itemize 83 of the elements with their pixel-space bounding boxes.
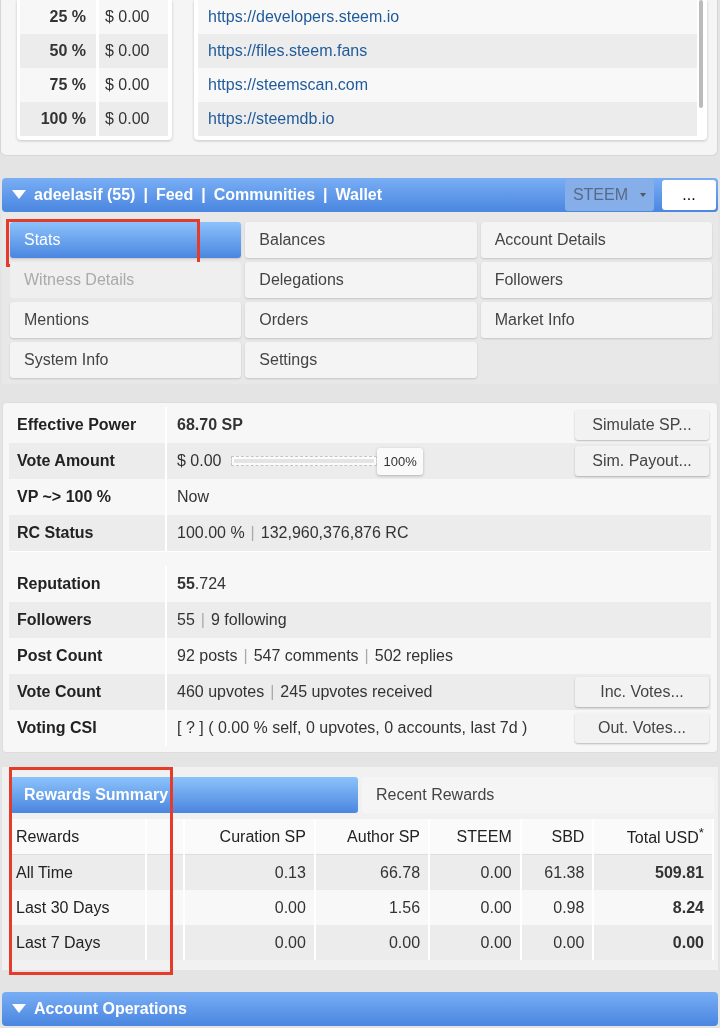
column-header: Curation SP: [184, 819, 314, 855]
table-cell: 66.78: [315, 855, 429, 890]
table-cell: Last 7 Days: [12, 925, 145, 960]
stat-value: 55.724: [177, 575, 226, 593]
scrollbar[interactable]: [699, 0, 703, 108]
stat-value: 92 posts: [177, 647, 238, 665]
table-cell: 0.00: [430, 890, 520, 925]
stat-value: 502 replies: [374, 647, 453, 665]
table-cell: 0.00: [430, 925, 520, 960]
stat-value: Now: [177, 488, 209, 506]
more-button[interactable]: ...: [662, 180, 716, 210]
url-link[interactable]: https://steemdb.io: [208, 110, 335, 128]
tab[interactable]: Orders: [245, 302, 477, 338]
stat-value: 68.70 SP: [177, 416, 243, 434]
tab[interactable]: Followers: [480, 262, 712, 298]
stat-value: $ 0.00: [177, 452, 222, 470]
table-cell: 509.81: [594, 855, 712, 890]
column-header: SBD: [521, 819, 593, 855]
action-button[interactable]: Inc. Votes...: [575, 677, 709, 707]
stat-label: RC Status: [9, 515, 167, 551]
amount-cell: $ 0.00: [99, 34, 168, 68]
column-header: Rewards: [12, 819, 145, 855]
stat-value: [ ? ] ( 0.00 % self, 0 upvotes, 0 accounts, last 7d ): [177, 719, 528, 737]
percent-cell: 75 %: [20, 68, 96, 102]
amount-cell: $ 0.00: [99, 0, 168, 34]
stat-label: Voting CSI: [9, 710, 167, 746]
section-title: Account Operations: [34, 1000, 187, 1018]
tab[interactable]: Delegations: [245, 262, 477, 298]
stat-label: Vote Count: [9, 674, 167, 710]
tab[interactable]: Recent Rewards: [362, 777, 714, 813]
action-button[interactable]: Sim. Payout...: [575, 446, 709, 476]
column-header: Total USD$^{*}$: [594, 819, 712, 855]
tab[interactable]: Settings: [245, 342, 477, 378]
table-cell: 0.98: [521, 890, 593, 925]
table-cell: 0.00: [594, 925, 712, 960]
separator: |: [250, 524, 255, 542]
table-cell: 0.00: [430, 855, 520, 890]
amount-cell: $ 0.00: [99, 102, 168, 136]
separator: |: [243, 647, 248, 665]
stat-value: 55: [177, 611, 195, 629]
separator: |: [201, 186, 206, 204]
separator: |: [143, 186, 148, 204]
stat-label: Followers: [9, 602, 167, 638]
column-header: Author SP: [315, 819, 429, 855]
stat-value: 100.00 %: [177, 524, 245, 542]
slider-handle[interactable]: 100%: [377, 447, 423, 475]
separator: |: [200, 611, 205, 629]
action-button[interactable]: Out. Votes...: [575, 713, 709, 743]
collapse-triangle-icon[interactable]: [12, 190, 26, 200]
url-link[interactable]: https://files.steem.fans: [208, 42, 368, 60]
collapse-triangle-icon[interactable]: [12, 1004, 26, 1014]
column-header: STEEM: [430, 819, 520, 855]
stat-value: 547 comments: [253, 647, 359, 665]
table-cell: 0.00: [521, 925, 593, 960]
table-cell: 0.13: [184, 855, 314, 890]
stat-label: Vote Amount: [9, 443, 167, 479]
url-link[interactable]: https://steemscan.com: [208, 76, 369, 94]
amount-cell: $ 0.00: [99, 68, 168, 102]
separator: |: [364, 647, 369, 665]
separator: |: [323, 186, 328, 204]
table-cell: 0.00: [184, 890, 314, 925]
tab[interactable]: System Info: [10, 342, 242, 378]
stat-value: 245 upvotes received: [280, 683, 433, 701]
tab[interactable]: Mentions: [10, 302, 242, 338]
table-cell: 0.00: [184, 925, 314, 960]
table-cell: 1.56: [315, 890, 429, 925]
stat-value: 460 upvotes: [177, 683, 265, 701]
separator: |: [270, 683, 275, 701]
percent-cell: 50 %: [20, 34, 96, 68]
stat-value: 9 following: [210, 611, 287, 629]
table-cell: 0.00: [315, 925, 429, 960]
percent-cell: 100 %: [20, 102, 96, 136]
table-cell: 8.24: [594, 890, 712, 925]
tab[interactable]: Market Info: [480, 302, 712, 338]
action-button[interactable]: Simulate SP...: [575, 410, 709, 440]
table-cell: All Time: [12, 855, 145, 890]
tab[interactable]: Account Details: [480, 222, 712, 258]
percent-cell: 25 %: [20, 0, 96, 34]
table-cell: 61.38: [521, 855, 593, 890]
tab[interactable]: Balances: [245, 222, 477, 258]
stat-value: 132,960,376,876 RC: [260, 524, 409, 542]
table-cell: Last 30 Days: [12, 890, 145, 925]
caret-icon: [640, 193, 646, 197]
